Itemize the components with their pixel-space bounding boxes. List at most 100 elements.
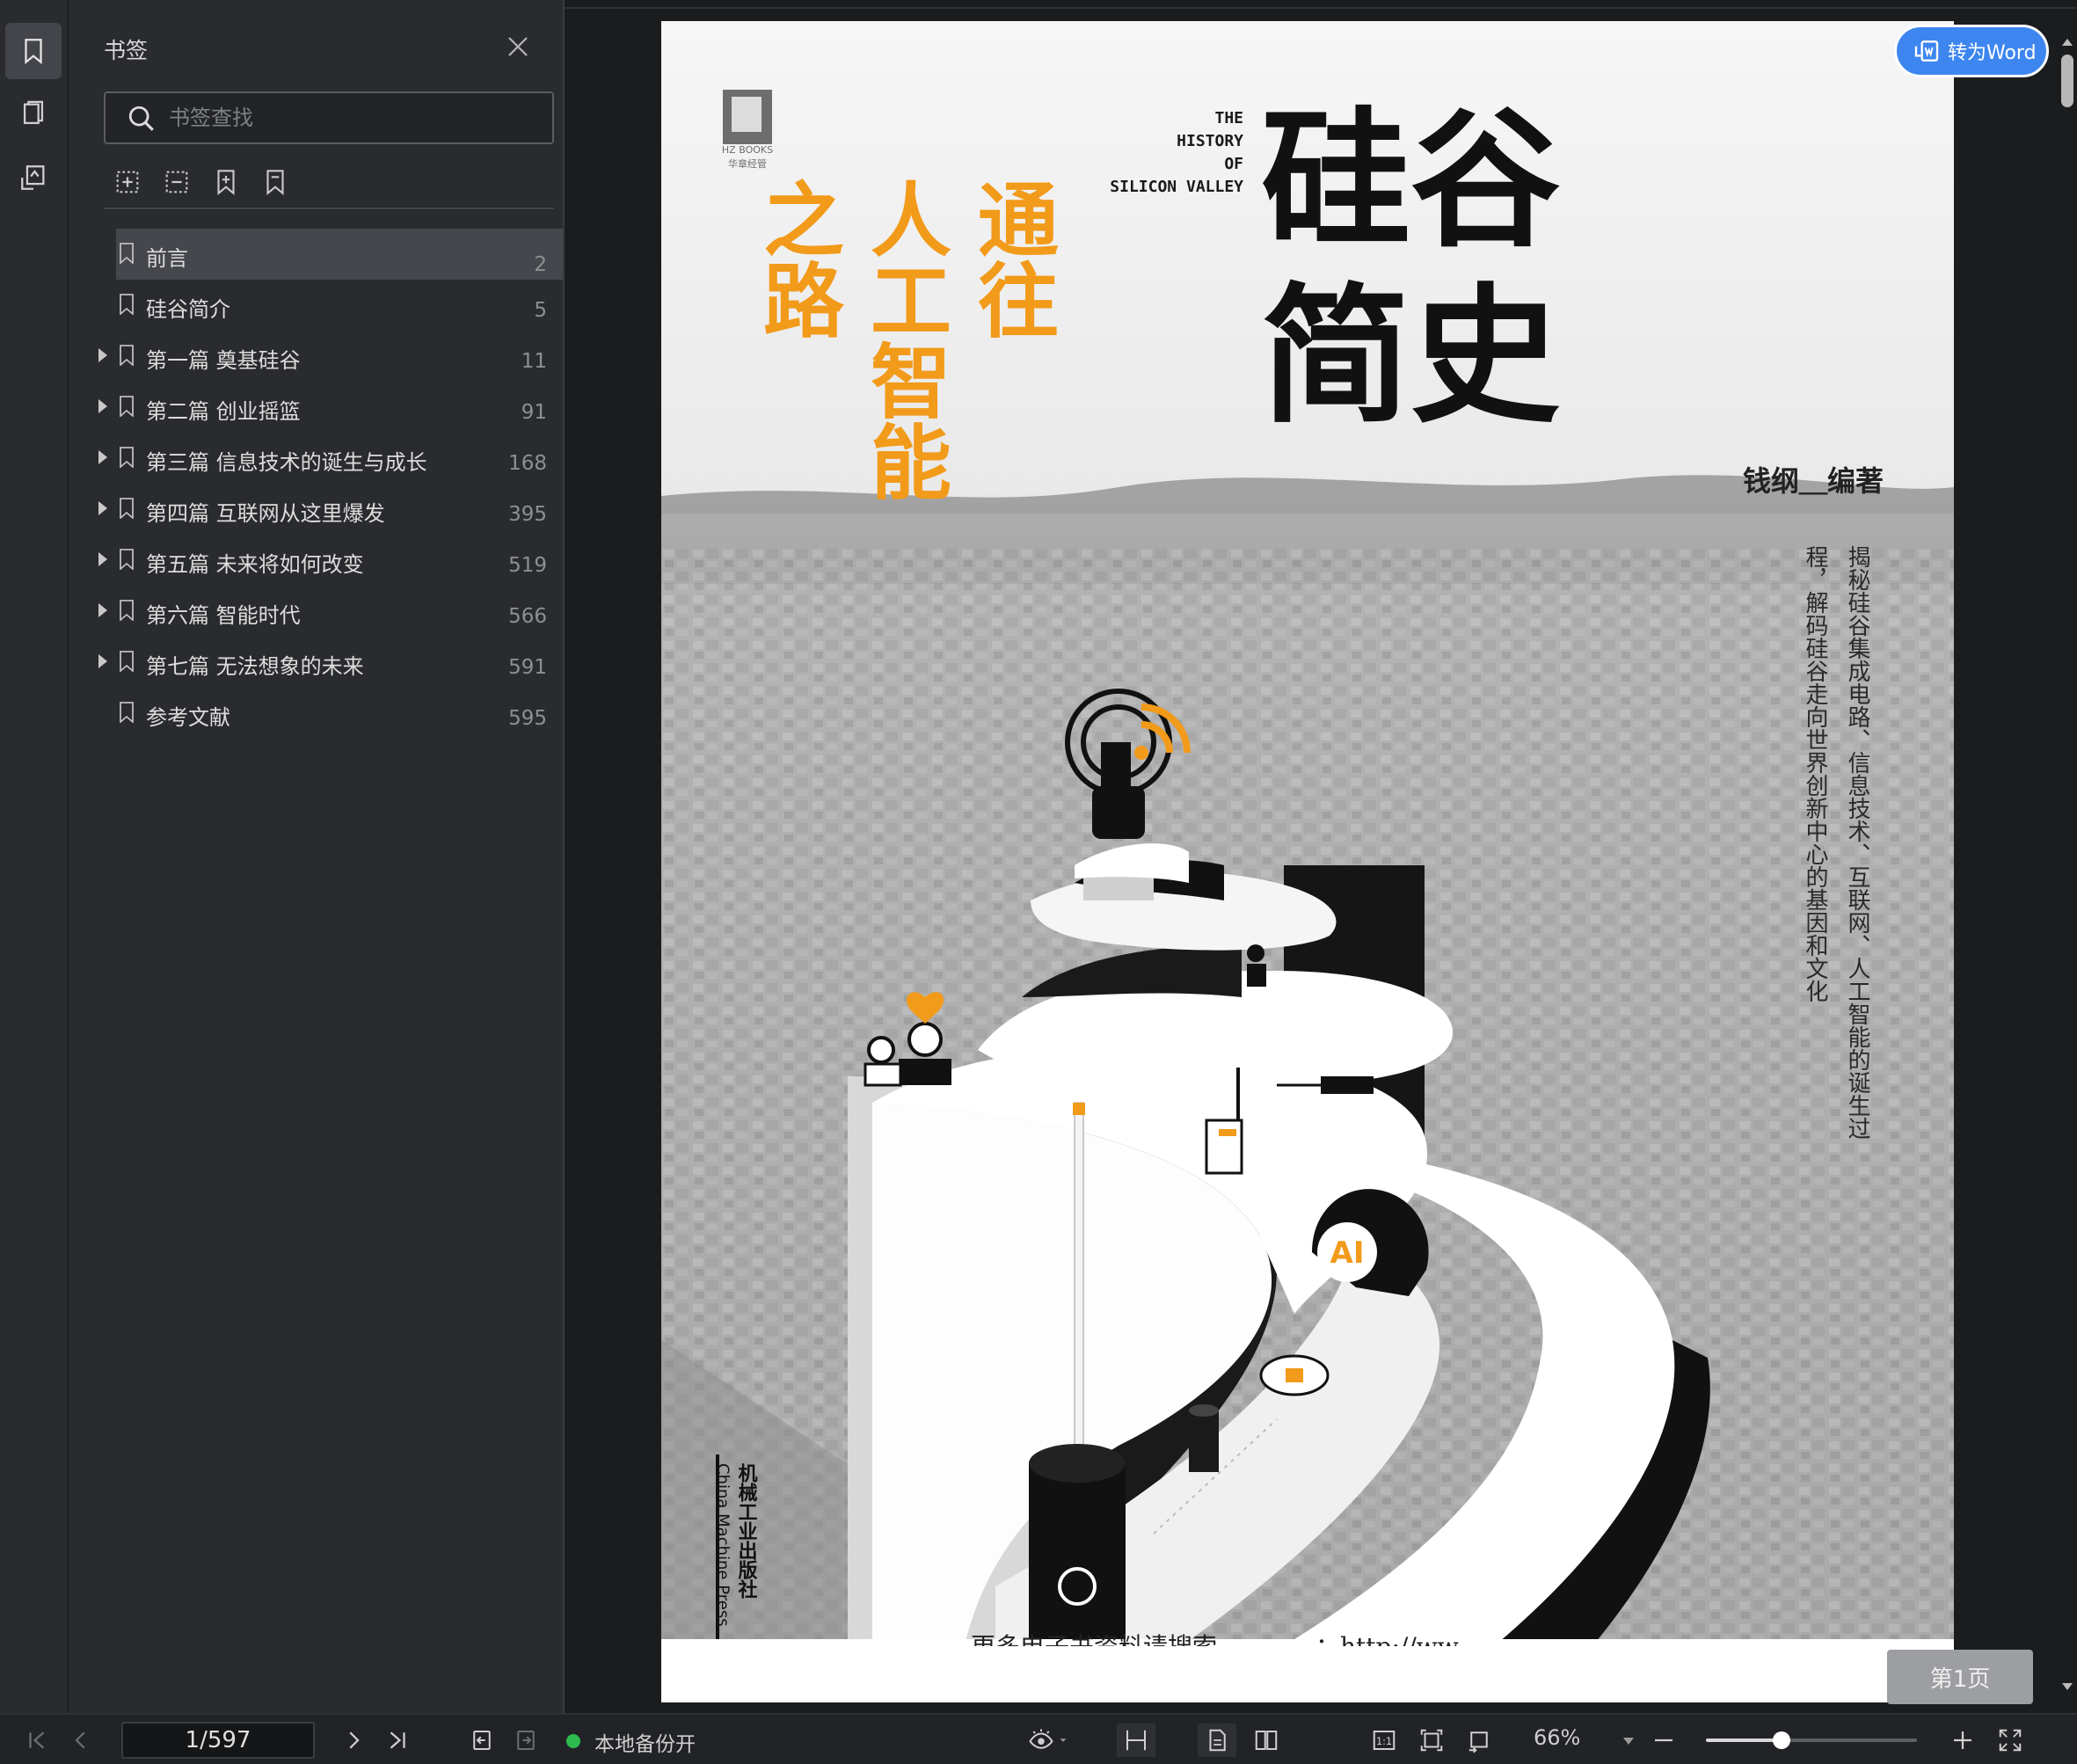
english-line-3: OF <box>1224 155 1243 173</box>
convert-to-word-button[interactable]: 转为Word <box>1894 25 2049 77</box>
document-viewer[interactable]: HZ BOOKS 华章经管 通往 人工智能 之路 THE HISTORY OF … <box>563 0 2077 1713</box>
scroll-thumb[interactable] <box>2061 55 2073 107</box>
convert-to-word-label: 转为Word <box>1948 42 2037 64</box>
actual-size-button[interactable]: 1:1 <box>1366 1724 1402 1757</box>
english-line-4: SILICON VALLEY <box>1110 178 1243 196</box>
chevron-left-icon <box>75 1731 85 1749</box>
expand-arrow-icon[interactable] <box>98 654 107 668</box>
bookmark-search-input[interactable] <box>169 100 538 135</box>
bookmark-icon <box>120 549 134 570</box>
scroll-mode-icon <box>1126 1730 1146 1751</box>
bookmark-item[interactable]: 第四篇 互联网从这里爆发 395 <box>98 484 563 535</box>
bookmark-search <box>104 91 554 144</box>
bookmark-item[interactable]: 第七篇 无法想象的未来 591 <box>98 637 563 688</box>
bookmark-label: 第六篇 智能时代 <box>146 603 301 628</box>
chevron-down-icon <box>1060 1738 1067 1742</box>
panel-title: 书签 <box>104 38 149 63</box>
scroll-up-arrow[interactable] <box>2062 39 2073 46</box>
thumbnail-panel-button[interactable] <box>5 86 62 142</box>
bookmark-item[interactable]: 第二篇 创业摇篮 91 <box>98 382 563 433</box>
bookmark-item[interactable]: 参考文献 595 <box>116 688 563 739</box>
bookmark-label: 硅谷简介 <box>146 297 230 322</box>
bookmark-item[interactable]: 前言 2 <box>116 229 563 280</box>
zoom-slider-fill <box>1706 1738 1782 1742</box>
bookmark-icon <box>25 39 42 65</box>
bookmark-icon <box>120 651 134 672</box>
subtitle-col-2: 人工智能 <box>857 178 951 501</box>
bookmark-item[interactable]: 硅谷简介 5 <box>116 280 563 331</box>
continuous-scroll-button[interactable] <box>1117 1724 1155 1757</box>
bookmark-item[interactable]: 第三篇 信息技术的诞生与成长 168 <box>98 433 563 484</box>
bookmark-page-number: 595 <box>508 707 547 730</box>
bookmark-outline-icon[interactable] <box>260 167 290 197</box>
bookmark-toolbar <box>113 167 290 202</box>
bookmark-icon <box>120 600 134 621</box>
bookmark-label: 第一篇 奠基硅谷 <box>146 348 301 373</box>
bookmark-item[interactable]: 第五篇 未来将如何改变 519 <box>98 535 563 586</box>
search-icon <box>128 106 154 131</box>
double-page-button[interactable] <box>1247 1724 1286 1757</box>
bookmark-panel: 书签 前言 2 硅谷简介 5 第一篇 奠基硅谷 11 第二篇 创业摇篮 91 第三篇 信息技术的… <box>69 0 563 1713</box>
side-rail <box>0 0 69 1713</box>
bookmark-page-number: 395 <box>508 503 547 526</box>
backup-status-label[interactable]: 本地备份开 <box>594 1727 696 1757</box>
bookmark-page-number: 5 <box>534 299 547 322</box>
fullscreen-button[interactable] <box>1994 1724 2026 1757</box>
add-bookmark-icon[interactable] <box>211 167 241 197</box>
last-page-button[interactable] <box>380 1724 415 1757</box>
zoom-level[interactable]: 66% <box>1534 1725 1580 1750</box>
first-page-icon <box>29 1731 45 1749</box>
plus-icon <box>1954 1731 1971 1749</box>
expand-arrow-icon[interactable] <box>98 552 107 566</box>
back-page-icon <box>473 1731 491 1750</box>
single-page-button[interactable] <box>1198 1724 1236 1757</box>
bookmark-icon <box>120 702 134 723</box>
bookmark-page-number: 519 <box>508 554 547 577</box>
zoom-slider[interactable] <box>1706 1731 1917 1749</box>
zoom-out-button[interactable] <box>1648 1724 1680 1757</box>
bookmark-icon <box>120 294 134 315</box>
expand-arrow-icon[interactable] <box>98 450 107 464</box>
logo-text: HZ BOOKS <box>722 144 773 156</box>
expand-arrow-icon[interactable] <box>98 399 107 413</box>
zoom-dropdown-caret[interactable] <box>1623 1738 1634 1745</box>
eye-icon <box>1029 1729 1053 1749</box>
expand-arrow-icon[interactable] <box>98 348 107 362</box>
subtitle-col-1: 通往 <box>965 178 1059 339</box>
minus-icon <box>1655 1738 1673 1742</box>
cover-title-line-1: 硅谷 <box>1261 92 1560 268</box>
pdf-page[interactable]: HZ BOOKS 华章经管 通往 人工智能 之路 THE HISTORY OF … <box>661 21 1954 1702</box>
prev-page-button[interactable] <box>63 1724 98 1757</box>
logo-subtext: 华章经管 <box>728 157 767 170</box>
zoom-slider-handle[interactable] <box>1773 1731 1791 1749</box>
single-page-icon <box>1209 1729 1226 1752</box>
go-back-button[interactable] <box>464 1724 499 1757</box>
bookmark-item[interactable]: 第六篇 智能时代 566 <box>98 586 563 637</box>
bookmark-panel-button[interactable] <box>5 23 62 79</box>
collapse-all-icon[interactable] <box>162 167 192 197</box>
bookmark-item[interactable]: 第一篇 奠基硅谷 11 <box>98 331 563 382</box>
go-forward-button[interactable] <box>508 1724 543 1757</box>
bookmark-label: 第三篇 信息技术的诞生与成长 <box>146 450 427 475</box>
expand-arrow-icon[interactable] <box>98 501 107 515</box>
expand-all-icon[interactable] <box>113 167 142 197</box>
bookmark-label: 第四篇 互联网从这里爆发 <box>146 501 385 526</box>
eye-dropdown[interactable] <box>1057 1724 1069 1757</box>
bookmark-page-number: 591 <box>508 656 547 679</box>
subtitle-col-3: 之路 <box>750 178 844 339</box>
vertical-scrollbar[interactable] <box>2058 18 2077 1706</box>
annotation-panel-button[interactable] <box>5 149 62 206</box>
page-number-input[interactable] <box>121 1722 315 1759</box>
rotate-button[interactable] <box>1461 1724 1497 1757</box>
expand-arrow-icon[interactable] <box>98 603 107 617</box>
rotate-icon <box>1468 1731 1488 1753</box>
fit-page-icon <box>1420 1729 1443 1752</box>
zoom-in-button[interactable] <box>1947 1724 1979 1757</box>
fit-page-button[interactable] <box>1414 1724 1449 1757</box>
close-icon[interactable] <box>505 33 531 60</box>
scroll-down-arrow[interactable] <box>2062 1683 2073 1690</box>
fullscreen-icon <box>1999 1729 2022 1752</box>
first-page-button[interactable] <box>19 1724 55 1757</box>
bookmark-icon <box>120 345 134 366</box>
next-page-button[interactable] <box>336 1724 371 1757</box>
